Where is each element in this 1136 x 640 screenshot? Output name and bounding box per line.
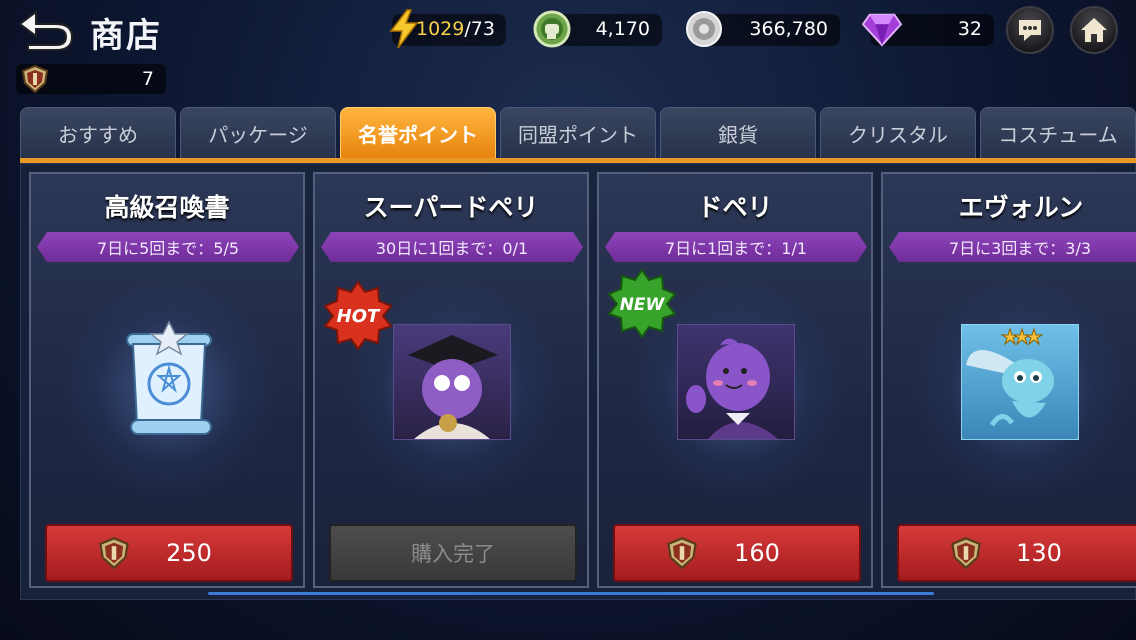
shop-item-card[interactable]: ドペリ 7日に1回まで：1/1 NEW 160 (597, 172, 873, 588)
shop-item-card[interactable]: エヴォルン 7日に3回まで：3/3 130 (881, 172, 1136, 588)
hot-badge: HOT (323, 280, 393, 354)
tab-silver[interactable]: 銀貨 (660, 107, 816, 159)
item-name: ドペリ (697, 193, 773, 222)
purchase-limit-banner: 7日に3回まで：3/3 (889, 232, 1136, 262)
doperi-portrait-icon (677, 324, 795, 440)
evolun-portrait-icon (961, 324, 1079, 440)
buy-button[interactable]: 160 (613, 524, 861, 582)
crystal-value: 32 (957, 18, 982, 40)
honor-shield-icon (20, 64, 50, 97)
shop-tabs: おすすめ パッケージ 名誉ポイント 同盟ポイント 銀貨 クリスタル コスチューム (20, 107, 1136, 161)
price-value: 250 (166, 539, 212, 567)
honor-shield-icon (951, 537, 981, 570)
price-value: 130 (1016, 539, 1062, 567)
purchased-label: 購入完了 (411, 542, 495, 566)
horizontal-scrollbar[interactable] (208, 592, 934, 595)
item-name: スーパードペリ (363, 193, 539, 222)
top-bar: 商店 1029/73 4,170 366,780 32 (0, 0, 1136, 60)
tab-recommended[interactable]: おすすめ (20, 107, 176, 159)
buy-button[interactable]: 250 (45, 524, 293, 582)
shop-item-card[interactable]: スーパードペリ 30日に1回まで：0/1 HOT 購入完了 (313, 172, 589, 588)
gold-value: 4,170 (595, 18, 650, 40)
new-badge-label: NEW (620, 295, 666, 315)
energy-counter: 1029/73 (389, 9, 506, 49)
purchased-button: 購入完了 (329, 524, 577, 582)
hot-badge-label: HOT (337, 306, 381, 327)
tab-crystal[interactable]: クリスタル (820, 107, 976, 159)
chat-bubble-icon (1019, 20, 1041, 41)
scroll-icon (109, 320, 229, 454)
honor-points-value: 7 (141, 68, 154, 90)
honor-shield-icon (99, 537, 129, 570)
price-value: 160 (734, 539, 780, 567)
fist-coin-icon (532, 9, 572, 49)
tab-alliance-points[interactable]: 同盟ポイント (500, 107, 656, 159)
energy-max: /73 (464, 18, 495, 40)
energy-current: 1029 (416, 18, 465, 40)
new-badge: NEW (607, 268, 677, 342)
buy-button[interactable]: 130 (897, 524, 1136, 582)
honor-shield-icon (667, 537, 697, 570)
honor-points-counter: 7 (16, 64, 166, 94)
item-name: エヴォルン (958, 193, 1084, 222)
page-title: 商店 (90, 16, 162, 56)
purchase-limit-banner: 7日に1回まで：1/1 (605, 232, 867, 262)
tab-honor-points[interactable]: 名誉ポイント (340, 107, 496, 159)
tab-package[interactable]: パッケージ (180, 107, 336, 159)
back-arrow-icon (18, 10, 74, 51)
silver-coin-icon (684, 9, 724, 49)
shop-item-card[interactable]: 高級召喚書 7日に5回まで：5/5 250 (29, 172, 305, 588)
purchase-limit-banner: 7日に5回まで：5/5 (37, 232, 299, 262)
purchase-limit-banner: 30日に1回まで：0/1 (321, 232, 583, 262)
super-doperi-portrait-icon (393, 324, 511, 440)
purple-gem-icon (862, 9, 902, 49)
chat-button[interactable] (1006, 6, 1054, 54)
crystal-counter: 32 (862, 13, 994, 47)
gold-counter: 4,170 (533, 10, 662, 48)
item-name: 高級召喚書 (104, 193, 230, 222)
silver-value: 366,780 (749, 18, 828, 40)
tab-costume[interactable]: コスチューム (980, 107, 1136, 159)
back-button[interactable] (14, 6, 78, 52)
silver-counter: 366,780 (686, 11, 840, 47)
home-icon (1081, 18, 1107, 42)
home-button[interactable] (1070, 6, 1118, 54)
